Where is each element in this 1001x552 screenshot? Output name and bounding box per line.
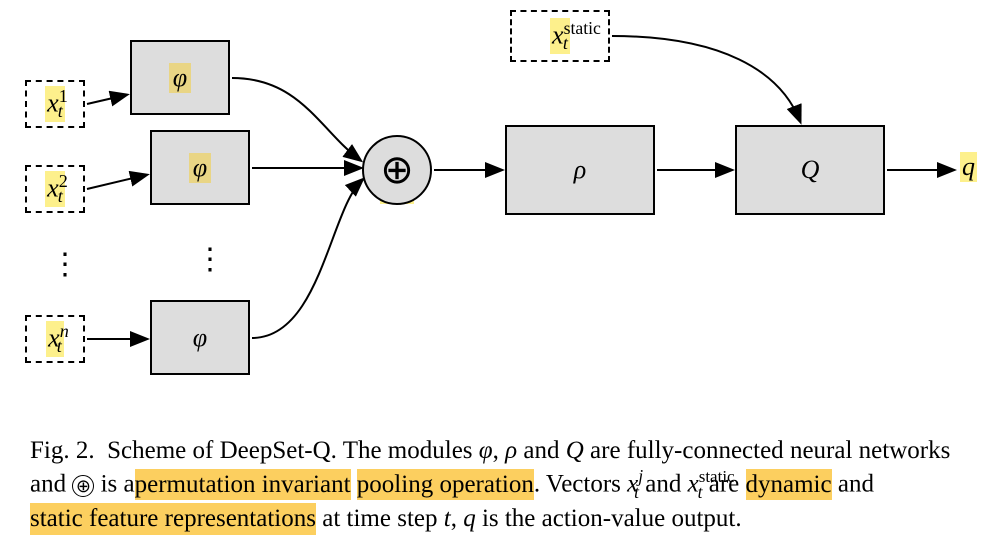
fig-label: Fig. 2. xyxy=(30,437,95,464)
phi-box-2: φ xyxy=(150,130,250,205)
rho-label: ρ xyxy=(574,155,586,185)
caption-t: t xyxy=(444,505,451,532)
phi-box-1: φ xyxy=(130,40,230,115)
vdots-inputs: ⋮ xyxy=(50,260,80,270)
caption-text-1a: Scheme of DeepSet-Q. The modules xyxy=(107,437,479,464)
caption-at-time: at time step xyxy=(316,505,444,532)
input-x1-label: x1t xyxy=(45,86,65,123)
caption-and3: and xyxy=(832,471,874,498)
caption-Q: Q xyxy=(566,437,584,464)
phi-2-highlight: φ xyxy=(189,153,211,183)
hl-static-feat: static feature representations xyxy=(30,503,316,534)
caption-comma1: , xyxy=(493,437,506,464)
input-xstatic-label: xstatict xyxy=(550,18,570,55)
caption-2b-pre: is a xyxy=(94,471,134,498)
caption: Fig. 2. Scheme of DeepSet-Q. The modules… xyxy=(30,435,970,535)
caption-are: are xyxy=(702,471,745,498)
q-label: Q xyxy=(801,155,820,185)
hl-dynamic: dynamic xyxy=(746,469,832,500)
input-x2: x2t xyxy=(25,165,85,213)
caption-text-2c: . Vectors xyxy=(534,471,621,498)
diagram: x1t x2t ⋮ xnt φ φ ⋮ φ ⊕ ρ Q xstatict q xyxy=(0,0,1001,400)
caption-text-1b: are fully-connected xyxy=(584,437,784,464)
caption-is-the: is the action-value output. xyxy=(476,505,742,532)
oplus-symbol: ⊕ xyxy=(380,147,414,193)
phi-n-label: φ xyxy=(193,323,207,353)
q-output-label: q xyxy=(960,152,977,182)
caption-oplus-icon: ⊕ xyxy=(72,475,94,497)
hl-pooling-operation: pooling operation xyxy=(357,469,534,500)
input-xn: xnt xyxy=(25,315,85,363)
caption-rho: ρ xyxy=(505,437,517,464)
caption-q: q xyxy=(463,505,476,532)
phi-box-n: φ xyxy=(150,300,250,375)
phi-2-label: φ xyxy=(193,153,207,182)
caption-and1: and xyxy=(517,437,566,464)
phi-1-label: φ xyxy=(173,63,187,92)
rho-box: ρ xyxy=(505,125,655,215)
input-x2-label: x2t xyxy=(45,171,65,208)
q-output: q xyxy=(960,152,977,182)
vdots-phi: ⋮ xyxy=(195,255,225,265)
caption-and2: and xyxy=(639,471,688,498)
input-xn-label: xnt xyxy=(46,321,64,358)
input-x1: x1t xyxy=(25,80,85,128)
caption-phi: φ xyxy=(479,437,493,464)
input-xstatic: xstatict xyxy=(510,10,610,62)
q-box: Q xyxy=(735,125,885,215)
caption-comma2: , xyxy=(451,505,457,532)
phi-1-highlight: φ xyxy=(169,63,191,93)
hl-permutation-invariant: permutation invariant xyxy=(135,469,351,500)
pool-node: ⊕ xyxy=(362,135,432,205)
